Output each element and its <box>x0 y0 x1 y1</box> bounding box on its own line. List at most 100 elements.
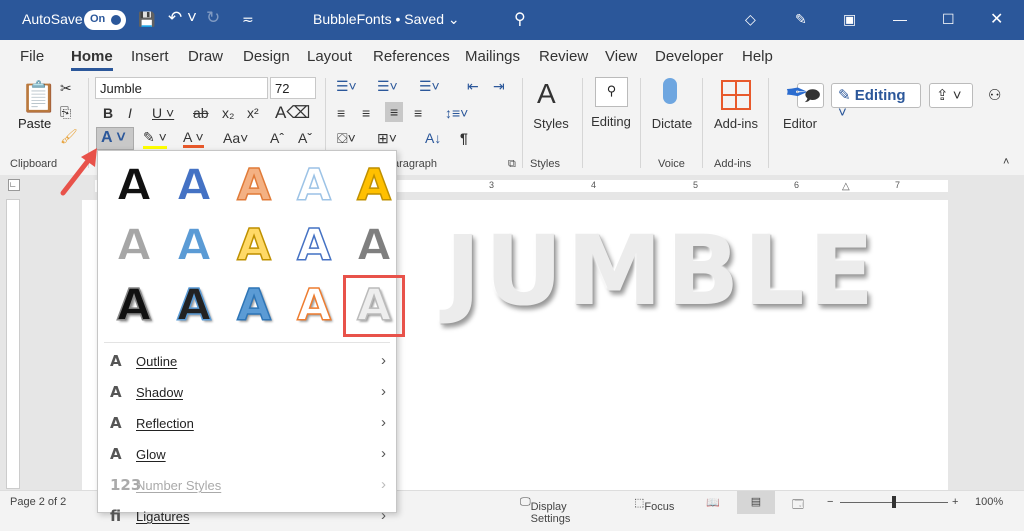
autosave-toggle[interactable]: On <box>84 10 126 30</box>
zoom-slider-thumb[interactable] <box>892 496 896 508</box>
text-effect-style-7[interactable]: A <box>166 218 222 274</box>
line-spacing-button[interactable]: ↕≡˅ <box>445 105 468 121</box>
underline-button[interactable]: U ˅ <box>152 105 174 121</box>
tab-view[interactable]: View <box>605 48 637 65</box>
align-right-button[interactable]: ≡ <box>385 102 404 122</box>
addins-icon[interactable] <box>721 80 751 110</box>
right-indent-marker[interactable]: △ <box>842 181 850 192</box>
borders-button[interactable]: ⊞˅ <box>377 130 397 147</box>
italic-button[interactable]: I <box>128 105 132 121</box>
dictate-button[interactable]: Dictate <box>637 116 707 131</box>
save-icon[interactable]: 💾 <box>138 11 155 28</box>
vertical-ruler[interactable] <box>6 199 20 489</box>
text-effect-style-2[interactable]: A <box>166 158 222 214</box>
page-count[interactable]: Page 2 of 2 <box>10 496 66 508</box>
tab-references[interactable]: References <box>373 48 450 65</box>
shrink-font-button[interactable]: Aˇ <box>298 130 312 146</box>
read-mode-button[interactable]: 📖 <box>706 496 720 509</box>
text-effect-style-15[interactable]: A <box>343 275 405 337</box>
decrease-indent-button[interactable]: ⇤ <box>467 78 479 95</box>
text-effect-style-5[interactable]: A <box>346 158 402 214</box>
focus-button[interactable]: ⬚ Focus <box>634 496 674 513</box>
print-layout-button[interactable]: ▤ <box>737 491 775 514</box>
show-paragraph-marks-button[interactable]: ¶ <box>460 130 468 146</box>
font-name-input[interactable]: Jumble <box>95 77 268 99</box>
zoom-level[interactable]: 100% <box>975 496 1003 508</box>
multilevel-list-button[interactable]: ☰˅ <box>419 78 440 95</box>
tab-file[interactable]: File <box>20 48 44 65</box>
diamond-icon[interactable]: ◇ <box>745 11 756 28</box>
align-center-button[interactable]: ≡ <box>362 105 370 121</box>
zoom-in-button[interactable]: + <box>952 496 958 508</box>
tab-help[interactable]: Help <box>742 48 773 65</box>
customize-qat-icon[interactable]: ≂ <box>242 11 254 28</box>
microphone-icon[interactable] <box>663 78 677 104</box>
text-effect-style-12[interactable]: A <box>166 278 222 334</box>
paste-icon[interactable]: 📋 <box>20 80 57 115</box>
cut-icon[interactable]: ✂ <box>60 80 72 97</box>
tab-review[interactable]: Review <box>539 48 588 65</box>
tab-mailings[interactable]: Mailings <box>465 48 520 65</box>
find-icon[interactable]: ⚲ <box>595 77 628 107</box>
maximize-icon[interactable]: ☐ <box>942 11 955 28</box>
text-effect-style-1[interactable]: A <box>106 158 162 214</box>
tab-draw[interactable]: Draw <box>188 48 223 65</box>
paragraph-dialog-launcher[interactable]: ⧉ <box>508 158 516 171</box>
shading-button[interactable]: ⛋˅ <box>337 130 356 147</box>
text-effect-style-4[interactable]: A <box>286 158 342 214</box>
editor-button[interactable]: Editor <box>765 116 835 131</box>
text-effect-style-6[interactable]: A <box>106 218 162 274</box>
grow-font-button[interactable]: Aˆ <box>270 130 284 146</box>
clear-formatting-icon[interactable]: A⌫ <box>275 103 310 123</box>
text-effect-style-8[interactable]: A <box>226 218 282 274</box>
strikethrough-button[interactable]: ab <box>193 105 209 121</box>
text-effect-style-11[interactable]: A <box>106 278 162 334</box>
bullets-button[interactable]: ☰˅ <box>336 78 357 95</box>
numbering-button[interactable]: ☰˅ <box>377 78 398 95</box>
font-size-input[interactable]: 72 <box>270 77 316 99</box>
tab-insert[interactable]: Insert <box>131 48 169 65</box>
editor-icon[interactable]: ✒ <box>785 76 808 109</box>
document-text[interactable]: JUMBLE <box>445 215 878 327</box>
styles-icon[interactable]: A <box>537 78 556 110</box>
menu-item-shadow[interactable]: A Shadow › <box>98 377 396 407</box>
superscript-button[interactable]: x² <box>247 105 259 121</box>
text-effect-style-10[interactable]: A <box>346 218 402 274</box>
web-layout-button[interactable]: 🗔 <box>792 496 804 515</box>
bold-button[interactable]: B <box>103 105 113 121</box>
tab-developer[interactable]: Developer <box>655 48 723 65</box>
justify-button[interactable]: ≡ <box>414 105 422 121</box>
addins-button[interactable]: Add-ins <box>701 116 771 131</box>
ribbon-display-icon[interactable]: ▣ <box>843 11 856 28</box>
menu-item-glow[interactable]: A Glow › <box>98 439 396 469</box>
document-title[interactable]: BubbleFonts • Saved ⌄ <box>313 11 460 28</box>
menu-item-outline[interactable]: A Outline › <box>98 346 396 376</box>
menu-item-ligatures[interactable]: fi Ligatures › <box>98 501 396 531</box>
paste-button[interactable]: Paste <box>18 116 51 131</box>
zoom-out-button[interactable]: − <box>827 496 833 508</box>
collapse-ribbon-icon[interactable]: ˄ <box>1003 156 1009 168</box>
subscript-button[interactable]: x₂ <box>222 105 234 121</box>
text-effect-style-13[interactable]: A <box>226 278 282 334</box>
font-color-button[interactable]: A ˅ <box>183 129 204 148</box>
format-painter-icon[interactable]: 🖌 <box>60 128 78 145</box>
editing-button[interactable]: Editing <box>576 114 646 129</box>
align-left-button[interactable]: ≡ <box>337 105 345 121</box>
text-effect-style-3[interactable]: A <box>226 158 282 214</box>
highlight-color-button[interactable]: ✎ ˅ <box>143 129 167 149</box>
tab-home[interactable]: Home <box>71 48 113 71</box>
text-effect-style-14[interactable]: A <box>286 278 342 334</box>
increase-indent-button[interactable]: ⇥ <box>493 78 505 95</box>
minimize-icon[interactable]: — <box>893 11 907 27</box>
pen-icon[interactable]: ✎ <box>795 11 807 28</box>
undo-icon[interactable]: ↶ ˅ <box>168 8 197 28</box>
tab-design[interactable]: Design <box>243 48 290 65</box>
text-effect-style-9[interactable]: A <box>286 218 342 274</box>
tab-selector[interactable]: ∟ <box>8 179 20 191</box>
close-icon[interactable]: ✕ <box>990 9 1003 29</box>
menu-item-reflection[interactable]: A Reflection › <box>98 408 396 438</box>
display-settings-button[interactable]: 🖵 Display Settings <box>520 496 570 525</box>
tab-layout[interactable]: Layout <box>307 48 352 65</box>
sort-button[interactable]: A↓ <box>425 130 441 146</box>
copy-icon[interactable]: ⎘ <box>60 104 71 121</box>
